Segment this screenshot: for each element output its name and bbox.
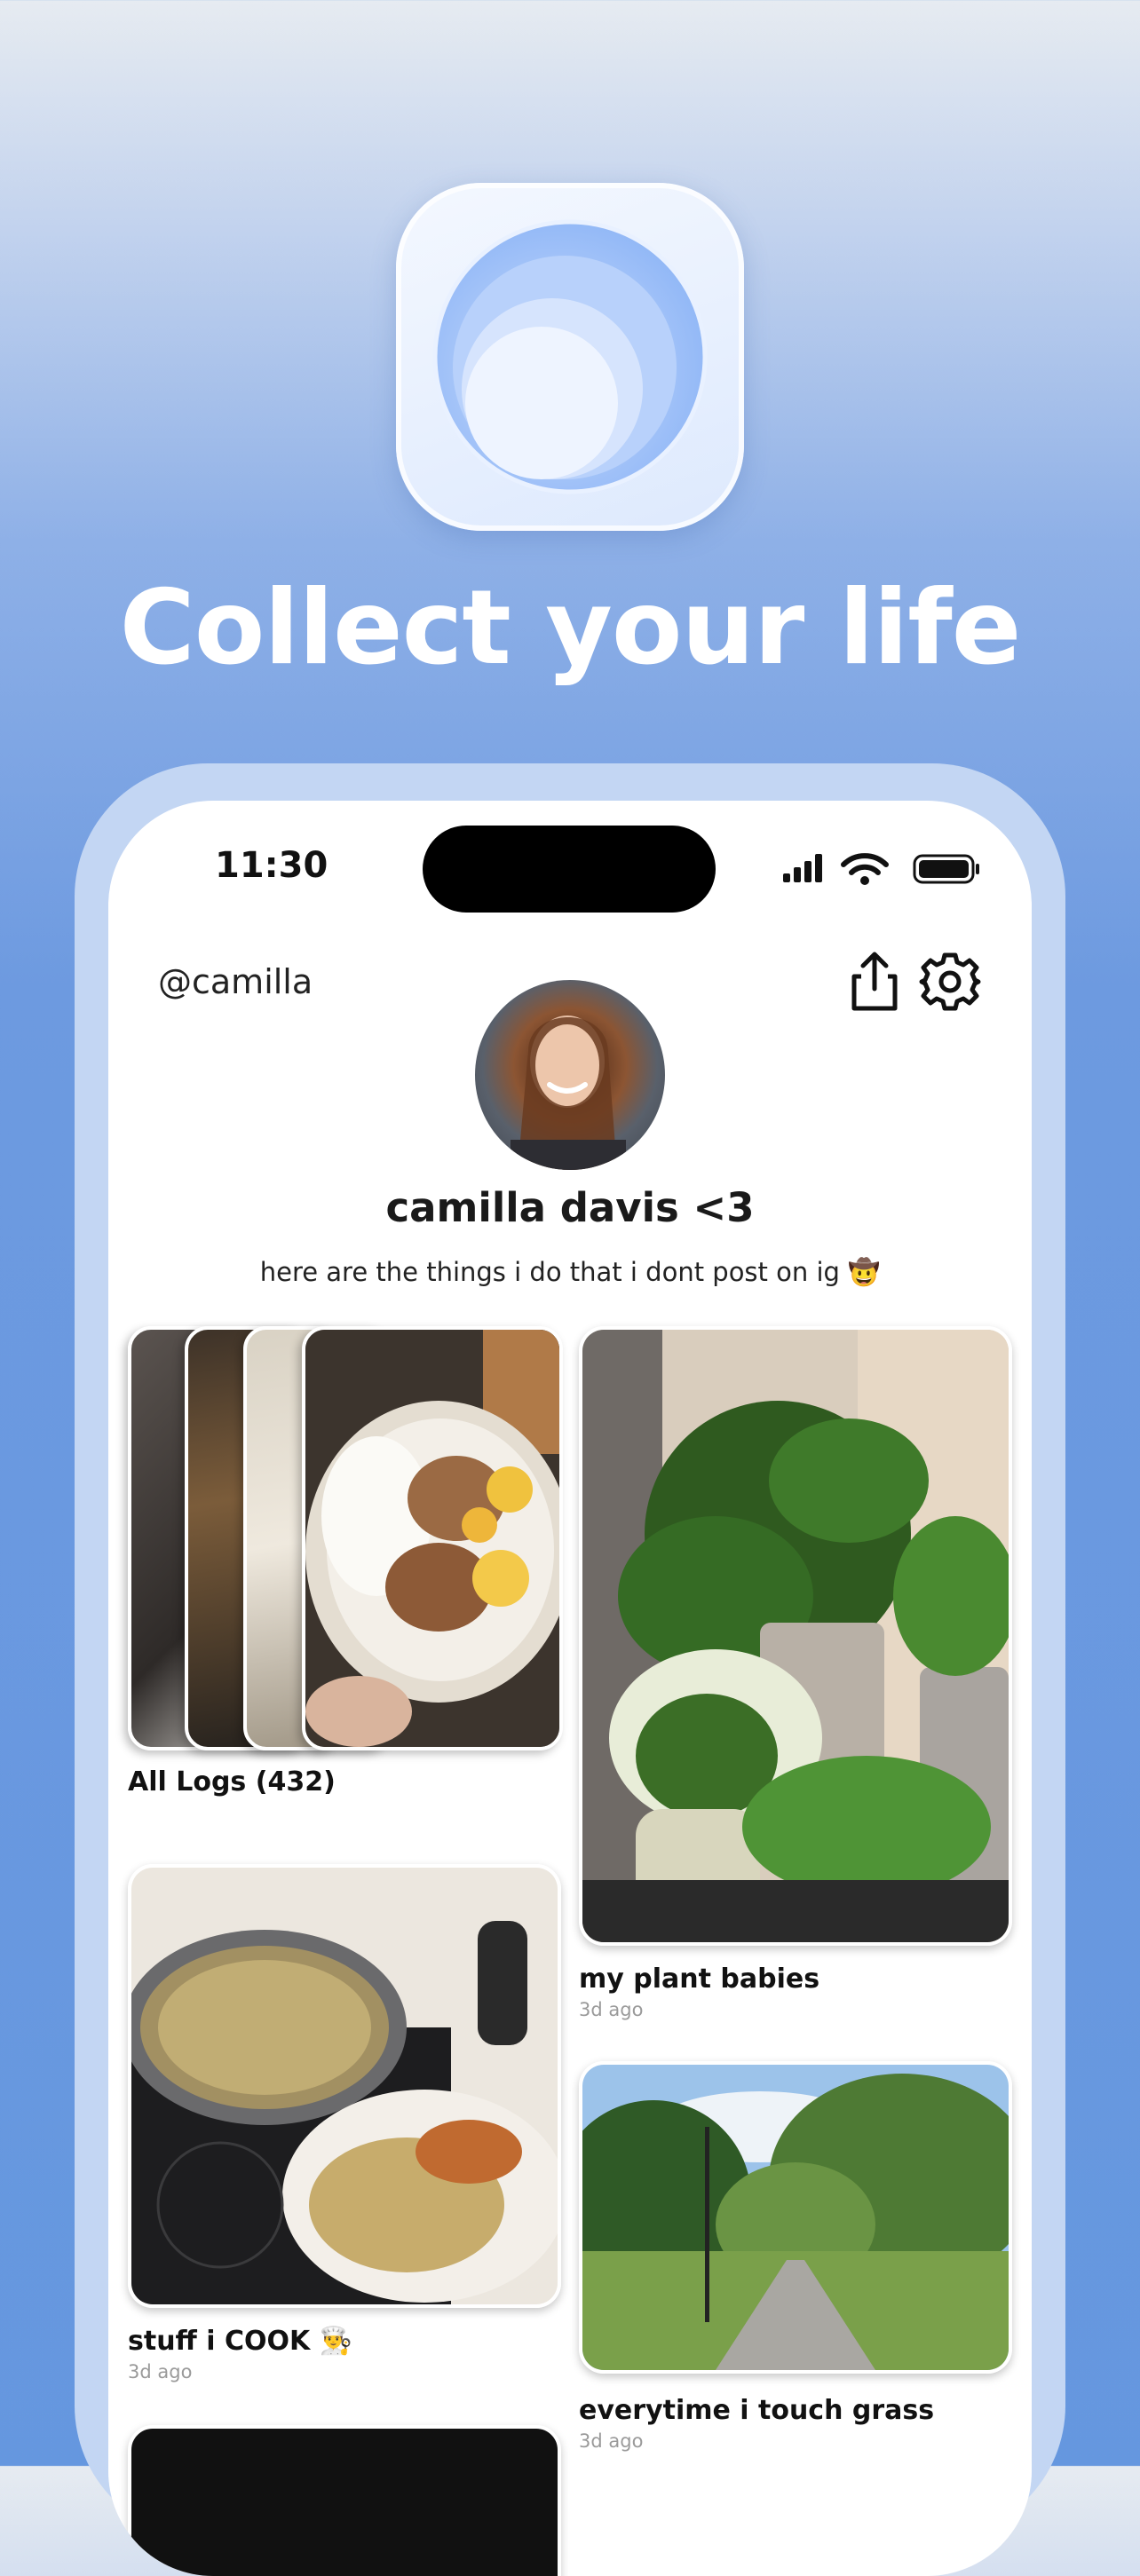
status-icons	[783, 852, 996, 891]
headline: Collect your life	[119, 568, 1022, 688]
collection-card-plants[interactable]	[579, 1326, 1012, 1946]
stack-photo-food	[302, 1326, 563, 1750]
collection-time: 3d ago	[579, 1999, 644, 2020]
signal-icon	[783, 854, 822, 882]
share-button[interactable]	[845, 950, 904, 1014]
share-icon	[851, 952, 898, 1011]
collection-title: All Logs (432)	[128, 1766, 336, 1798]
gear-icon	[919, 952, 981, 1011]
profile-bio: here are the things i do that i dont pos…	[259, 1257, 881, 1287]
collection-card-cooking[interactable]	[128, 1864, 561, 2308]
collection-title: stuff i COOK 👨‍🍳	[128, 2326, 353, 2357]
collection-title: everytime i touch grass	[579, 2395, 935, 2426]
dynamic-island	[423, 826, 716, 913]
settings-button[interactable]	[918, 950, 982, 1014]
collection-time: 3d ago	[579, 2430, 644, 2452]
collection-time: 3d ago	[128, 2361, 193, 2382]
profile-name: camilla davis <3	[385, 1184, 755, 1231]
collection-title: my plant babies	[579, 1964, 820, 1995]
status-time: 11:30	[215, 845, 329, 886]
app-logo-icon	[396, 183, 744, 531]
profile-handle: @camilla	[158, 962, 313, 1001]
collection-card-grass[interactable]	[579, 2061, 1012, 2374]
avatar[interactable]	[475, 980, 665, 1170]
phone-screen: 11:30 @camilla camilla davis <3 here are…	[108, 801, 1032, 2576]
wifi-icon	[841, 853, 889, 885]
collection-card-partial[interactable]	[128, 2425, 561, 2576]
